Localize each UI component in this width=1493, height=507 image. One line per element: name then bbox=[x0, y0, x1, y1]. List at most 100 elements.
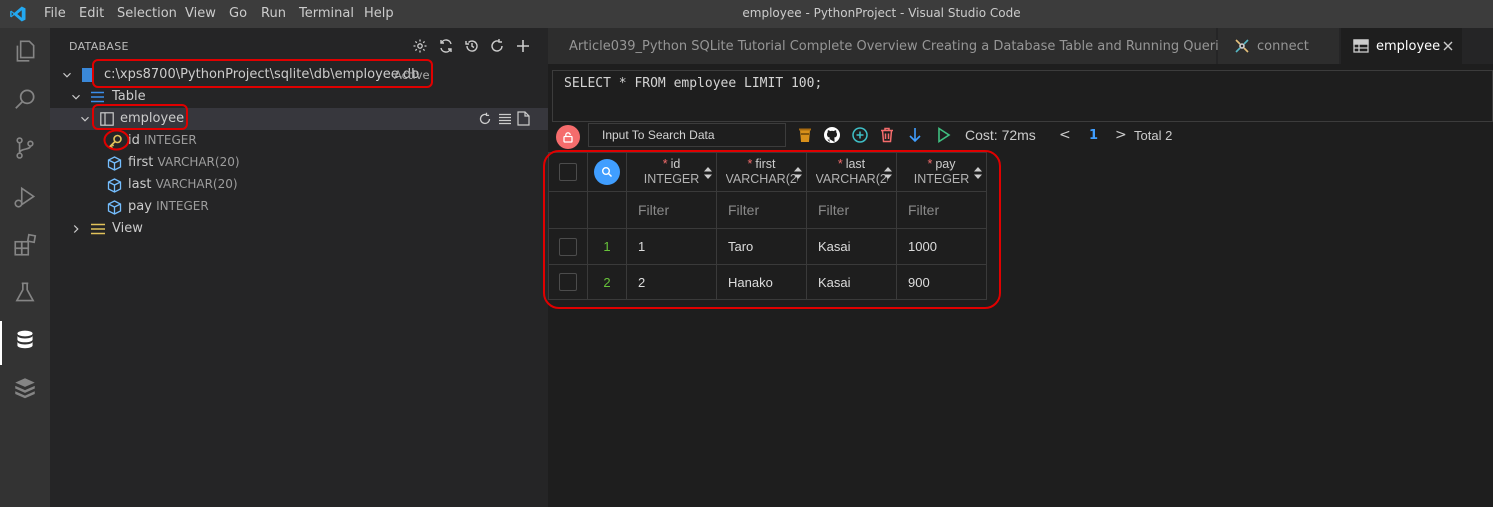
column-row-last[interactable]: last VARCHAR(20) bbox=[50, 174, 548, 196]
sort-icon[interactable] bbox=[883, 166, 893, 180]
row-checkbox[interactable] bbox=[559, 237, 577, 256]
sidebar-item-employee-table[interactable]: employee bbox=[50, 108, 548, 130]
lock-button[interactable] bbox=[556, 125, 580, 149]
table-group-label: Table bbox=[112, 89, 146, 104]
add-row-icon[interactable] bbox=[850, 125, 870, 145]
table-group-row[interactable]: Table bbox=[50, 86, 548, 108]
connection-row[interactable]: c:\xps8700\PythonProject\sqlite\db\emplo… bbox=[50, 64, 548, 86]
column-row-pay[interactable]: pay INTEGER bbox=[50, 196, 548, 218]
column-icon bbox=[107, 156, 122, 171]
explorer-icon[interactable] bbox=[10, 36, 40, 66]
filter-input-last[interactable]: Filter bbox=[807, 192, 897, 229]
page-total: Total 2 bbox=[1134, 128, 1173, 143]
database-icon[interactable] bbox=[10, 325, 40, 355]
delete-icon[interactable] bbox=[877, 125, 897, 145]
select-all-checkbox[interactable] bbox=[559, 163, 577, 181]
search-data-input[interactable] bbox=[588, 123, 786, 147]
column-name: first VARCHAR(20) bbox=[128, 155, 240, 170]
column-row-first[interactable]: first VARCHAR(20) bbox=[50, 152, 548, 174]
close-icon[interactable] bbox=[1441, 39, 1455, 53]
title-bar: File Edit Selection View Go Run Terminal… bbox=[0, 0, 1493, 28]
history-icon[interactable] bbox=[463, 37, 481, 55]
row-checkbox[interactable] bbox=[559, 273, 577, 291]
sort-icon[interactable] bbox=[793, 166, 803, 180]
page-prev-button[interactable]: < bbox=[1059, 127, 1071, 143]
view-group-row[interactable]: View bbox=[50, 218, 548, 240]
activity-bar bbox=[0, 28, 50, 507]
column-header-pay[interactable]: * pay INTEGER bbox=[897, 152, 987, 192]
sql-editor[interactable]: SELECT * FROM employee LIMIT 100; bbox=[552, 70, 1493, 122]
column-header-first[interactable]: *first VARCHAR(20) bbox=[717, 152, 807, 192]
tab-label: Article039_Python SQLite Tutorial Comple… bbox=[569, 38, 1272, 54]
table-cell[interactable]: 1000 bbox=[897, 229, 987, 265]
tab-article-py[interactable]: Article039_Python SQLite Tutorial Comple… bbox=[548, 28, 1272, 64]
run-debug-icon[interactable] bbox=[10, 182, 40, 212]
sync-icon[interactable] bbox=[437, 37, 455, 55]
header-type: INTEGER bbox=[643, 172, 700, 186]
refresh-table-icon[interactable] bbox=[478, 112, 492, 126]
filter-spacer bbox=[588, 192, 627, 229]
filter-input-first[interactable]: Filter bbox=[717, 192, 807, 229]
extensions-icon[interactable] bbox=[10, 230, 40, 260]
grid-search-button[interactable] bbox=[594, 159, 620, 185]
filter-input-pay[interactable]: Filter bbox=[897, 192, 987, 229]
database-sidebar: DATABASE c:\xps8700\PythonProject\sqlite… bbox=[50, 28, 548, 507]
connection-status-badge: Active bbox=[394, 68, 430, 82]
sort-icon[interactable] bbox=[703, 166, 713, 180]
connection-path: c:\xps8700\PythonProject\sqlite\db\emplo… bbox=[104, 67, 420, 82]
tab-employee[interactable]: employee bbox=[1341, 28, 1463, 64]
header-name: * pay bbox=[927, 157, 956, 171]
list-icon[interactable] bbox=[498, 112, 512, 126]
export-down-icon[interactable] bbox=[905, 125, 925, 145]
menu-go[interactable]: Go bbox=[229, 6, 247, 21]
add-connection-icon[interactable] bbox=[514, 37, 532, 55]
menu-run[interactable]: Run bbox=[261, 6, 286, 21]
table-icon bbox=[100, 112, 114, 126]
table-editor: SELECT * FROM employee LIMIT 100; Cost: … bbox=[543, 64, 1493, 507]
menu-terminal[interactable]: Terminal bbox=[299, 6, 354, 21]
table-row bbox=[548, 229, 588, 265]
menu-view[interactable]: View bbox=[185, 6, 216, 21]
refresh-icon[interactable] bbox=[488, 37, 506, 55]
active-indicator bbox=[0, 321, 2, 365]
table-cell[interactable]: Kasai bbox=[807, 265, 897, 300]
menu-file[interactable]: File bbox=[44, 6, 66, 21]
chevron-right-icon[interactable] bbox=[69, 222, 83, 236]
view-group-label: View bbox=[112, 221, 143, 236]
tab-connect[interactable]: connect bbox=[1218, 28, 1340, 64]
column-header-id[interactable]: * id INTEGER bbox=[627, 152, 717, 192]
chevron-down-icon[interactable] bbox=[60, 68, 74, 82]
chevron-down-icon[interactable] bbox=[78, 112, 92, 126]
gear-icon[interactable] bbox=[411, 37, 429, 55]
github-icon[interactable] bbox=[822, 125, 842, 145]
coffee-icon[interactable] bbox=[795, 125, 815, 145]
page-current[interactable]: 1 bbox=[1089, 128, 1098, 143]
table-cell[interactable]: Hanako bbox=[717, 265, 807, 300]
menu-selection[interactable]: Selection bbox=[117, 6, 177, 21]
run-play-icon[interactable] bbox=[933, 125, 953, 145]
search-icon[interactable] bbox=[10, 84, 40, 114]
table-cell[interactable]: 900 bbox=[897, 265, 987, 300]
sidebar-title: DATABASE bbox=[69, 40, 129, 53]
column-icon bbox=[107, 178, 122, 193]
menu-edit[interactable]: Edit bbox=[79, 6, 104, 21]
table-cell[interactable]: 2 bbox=[627, 265, 717, 300]
page-next-button[interactable]: > bbox=[1115, 127, 1127, 143]
header-type: INTEGER bbox=[913, 172, 970, 186]
sql-query: SELECT * FROM employee LIMIT 100; bbox=[564, 76, 823, 91]
chevron-down-icon[interactable] bbox=[69, 90, 83, 104]
testing-icon[interactable] bbox=[10, 278, 40, 308]
annotation-ellipse-key bbox=[103, 129, 130, 151]
vscode-logo-icon[interactable] bbox=[9, 5, 27, 23]
source-control-icon[interactable] bbox=[10, 133, 40, 163]
menu-help[interactable]: Help bbox=[364, 6, 394, 21]
column-header-last[interactable]: *last VARCHAR(20) bbox=[807, 152, 897, 192]
nosql-icon[interactable] bbox=[10, 373, 40, 403]
sort-icon[interactable] bbox=[973, 166, 983, 180]
table-cell[interactable]: Taro bbox=[717, 229, 807, 265]
new-file-icon[interactable] bbox=[517, 111, 530, 126]
filter-input-id[interactable]: Filter bbox=[627, 192, 717, 229]
table-cell[interactable]: Kasai bbox=[807, 229, 897, 265]
table-cell[interactable]: 1 bbox=[627, 229, 717, 265]
header-name: * id bbox=[662, 157, 681, 171]
